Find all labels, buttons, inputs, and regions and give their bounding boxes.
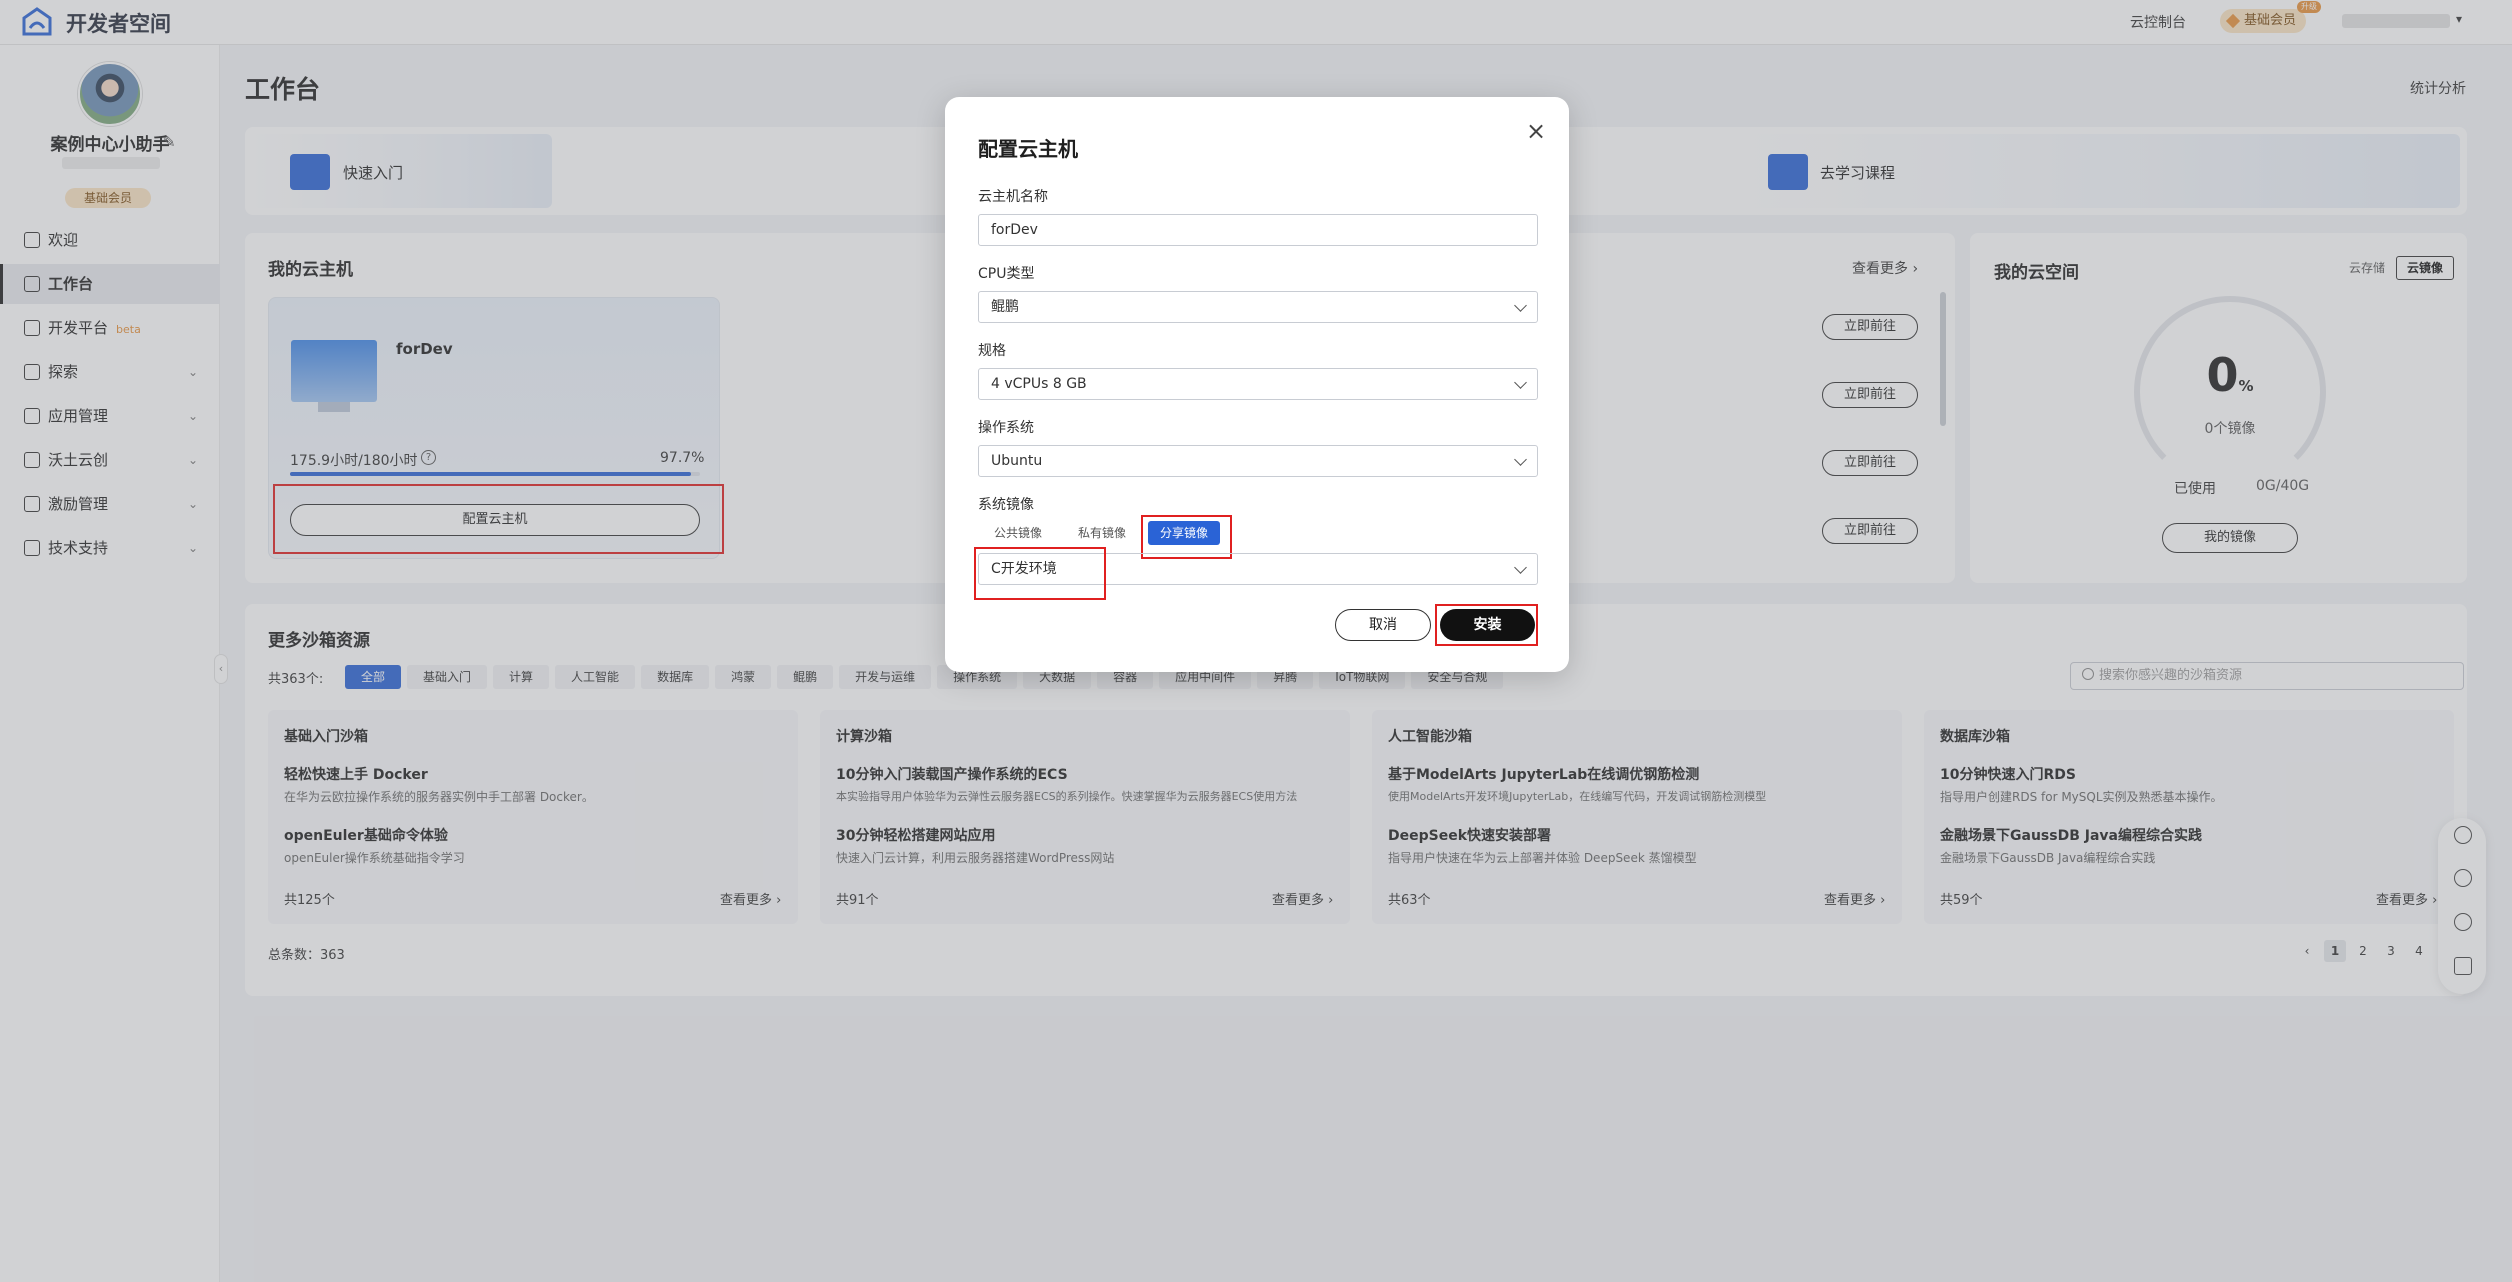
os-label: 操作系统 — [978, 420, 1034, 436]
cpu-label: CPU类型 — [978, 266, 1035, 282]
cpu-select[interactable]: 鲲鹏 — [978, 291, 1538, 323]
chevron-down-icon — [1514, 561, 1527, 574]
chevron-down-icon — [1514, 376, 1527, 389]
chevron-down-icon — [1514, 453, 1527, 466]
tab-private-image[interactable]: 私有镜像 — [1064, 521, 1140, 545]
highlight-box — [974, 547, 1106, 600]
close-icon[interactable]: × — [1526, 117, 1546, 145]
spec-select[interactable]: 4 vCPUs 8 GB — [978, 368, 1538, 400]
chevron-down-icon — [1514, 299, 1527, 312]
image-label: 系统镜像 — [978, 497, 1034, 513]
spec-value: 4 vCPUs 8 GB — [991, 376, 1087, 392]
tab-public-image[interactable]: 公共镜像 — [980, 521, 1056, 545]
cpu-value: 鲲鹏 — [991, 299, 1019, 315]
cancel-button[interactable]: 取消 — [1335, 609, 1431, 641]
highlight-box — [1435, 604, 1538, 646]
name-field[interactable]: forDev — [978, 214, 1538, 246]
os-select[interactable]: Ubuntu — [978, 445, 1538, 477]
spec-label: 规格 — [978, 343, 1006, 359]
os-value: Ubuntu — [991, 453, 1043, 469]
name-label: 云主机名称 — [978, 189, 1048, 205]
dialog-title: 配置云主机 — [978, 137, 1078, 161]
